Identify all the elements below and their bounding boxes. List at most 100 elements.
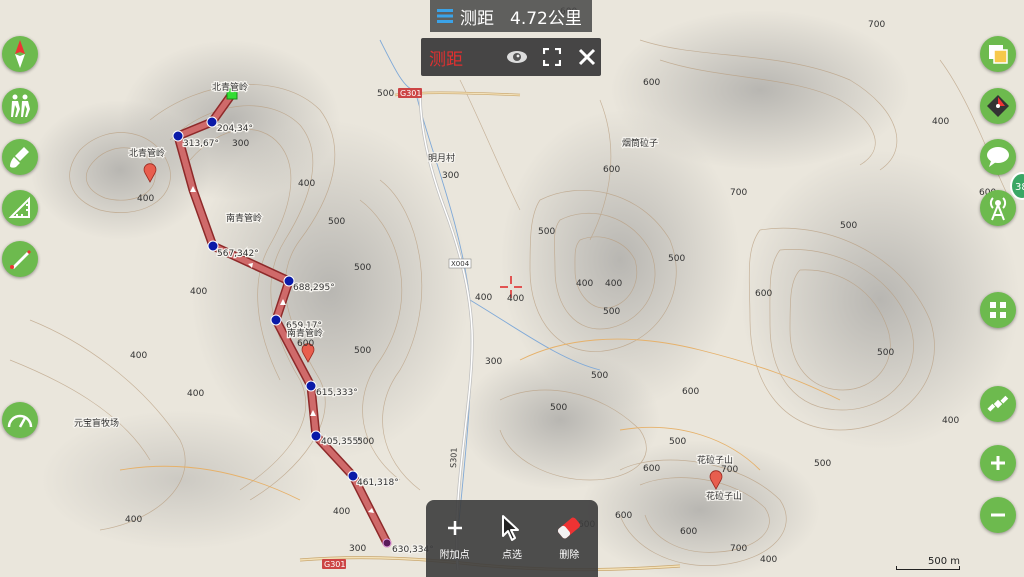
elevation-label: 700 (730, 544, 747, 554)
chat-button[interactable] (980, 139, 1016, 175)
scale-line (896, 566, 960, 570)
route-vertex[interactable] (172, 130, 184, 142)
elevation-label: 700 (868, 20, 885, 30)
select-point-label: 点选 (501, 550, 522, 561)
hiking-button[interactable] (2, 88, 38, 124)
elevation-label: 500 (814, 459, 831, 469)
label-beiqingguanling-top: 北青管岭 (212, 81, 248, 93)
elevation-label: 400 (190, 287, 207, 297)
elevation-label: 500 (377, 89, 394, 99)
grid-icon (990, 302, 1006, 318)
elevation-label: 400 (298, 179, 315, 189)
elevation-label: 400 (130, 351, 147, 361)
measure-toolbar: 测距 (421, 38, 601, 76)
elevation-label: 400 (932, 117, 949, 127)
fullscreen-icon (542, 48, 561, 66)
elevation-label: 700 (730, 188, 747, 198)
elevation-label: 600 (643, 464, 660, 474)
elevation-label: 500 (877, 348, 894, 358)
chat-icon (987, 147, 1009, 167)
elevation-label: 400 (333, 507, 350, 517)
satellite-button[interactable] (980, 386, 1016, 422)
route-vertex[interactable] (206, 116, 218, 128)
route-vertex-label: 461,318° (357, 478, 399, 488)
ruler-icon (8, 196, 30, 218)
delete-button[interactable]: 删除 (544, 510, 594, 561)
elevation-label: 600 (682, 387, 699, 397)
minus-icon (991, 513, 1005, 517)
eye-button[interactable] (502, 42, 531, 72)
topographic-map[interactable]: G301 G301 X004 S301 204,34° 313,67° 567,34… (0, 0, 1024, 577)
compass-icon (15, 40, 25, 68)
route-pencil-icon (10, 250, 31, 269)
label-yantongdingzi: 烟筒砬子 (622, 137, 658, 149)
elevation-label: 400 (187, 389, 204, 399)
route-vertex[interactable] (382, 538, 392, 548)
cursor-icon (501, 515, 519, 541)
zoom-out-button[interactable] (980, 497, 1016, 533)
zoom-in-button[interactable] (980, 445, 1016, 481)
fullscreen-button[interactable] (537, 42, 566, 72)
speedometer-icon (7, 414, 33, 428)
route-tool-button[interactable] (2, 241, 38, 277)
route-vertex-label: 567,342° (217, 249, 259, 259)
elevation-label: 300 (232, 139, 249, 149)
elevation-label: 400 (760, 555, 777, 565)
measure-toolbar-title: 测距 (429, 49, 463, 70)
road-label-x004: X004 (451, 260, 470, 268)
compass-button[interactable] (2, 36, 38, 72)
elevation-label: 400 (605, 279, 622, 289)
brush-icon (10, 147, 29, 168)
elevation-label: 400 (942, 416, 959, 426)
elevation-label: 500 (669, 437, 686, 447)
elevation-label: 400 (576, 279, 593, 289)
label-beiqingguanling-left: 北青管岭 (129, 147, 165, 159)
speedometer-button[interactable] (2, 402, 38, 438)
route-vertex-label: 313,67° (183, 139, 219, 149)
elevation-label: 600 (755, 289, 772, 299)
road-label-s301: S301 (449, 447, 459, 468)
map-compass-button[interactable] (980, 88, 1016, 124)
ruler-button[interactable] (2, 190, 38, 226)
elevation-label: 600 (643, 78, 660, 88)
elevation-label: 600 (297, 339, 314, 349)
satellite-icon (987, 395, 1009, 412)
route-vertex[interactable] (270, 314, 282, 326)
close-button[interactable] (572, 42, 601, 72)
route-vertex[interactable] (310, 430, 322, 442)
close-icon (578, 48, 595, 66)
label-nanqingguanling-pin: 南青管岭 (287, 327, 323, 339)
plus-icon (991, 456, 1005, 470)
elevation-label: 600 (680, 527, 697, 537)
elevation-label: 500 (550, 403, 567, 413)
measure-bottom-toolbar: 附加点 点选 删除 (426, 500, 598, 577)
grid-menu-button[interactable] (980, 292, 1016, 328)
map-compass-icon (987, 95, 1009, 117)
brush-button[interactable] (2, 139, 38, 175)
eraser-icon (558, 517, 581, 539)
label-huadingzishan-b: 花砬子山 (706, 490, 742, 502)
label-mingyuecun: 明月村 (428, 152, 455, 164)
elevation-label: 500 (840, 221, 857, 231)
elevation-label: 300 (349, 544, 366, 554)
elevation-label: 500 (603, 307, 620, 317)
route-vertex-label: 688,295° (293, 283, 335, 293)
layers-icon (437, 9, 453, 23)
elevation-label: 400 (137, 194, 154, 204)
label-nanqingguanling-mid: 南青管岭 (226, 212, 262, 224)
elevation-label: 300 (485, 357, 502, 367)
map-layers-icon (989, 45, 1008, 64)
signal-button[interactable] (980, 190, 1016, 226)
elevation-label: 500 (538, 227, 555, 237)
add-point-button[interactable]: 附加点 (430, 510, 480, 561)
elevation-label: 500 (668, 254, 685, 264)
select-point-button[interactable]: 点选 (487, 510, 537, 561)
layers-button[interactable] (980, 36, 1016, 72)
measure-distance-header: 测距 4.72公里 (430, 0, 592, 32)
elevation-label: 500 (591, 371, 608, 381)
route-vertex[interactable] (305, 380, 317, 392)
elevation-label: 500 (354, 263, 371, 273)
elevation-label: 300 (442, 171, 459, 181)
add-point-label: 附加点 (439, 550, 470, 561)
eye-icon (506, 51, 527, 63)
